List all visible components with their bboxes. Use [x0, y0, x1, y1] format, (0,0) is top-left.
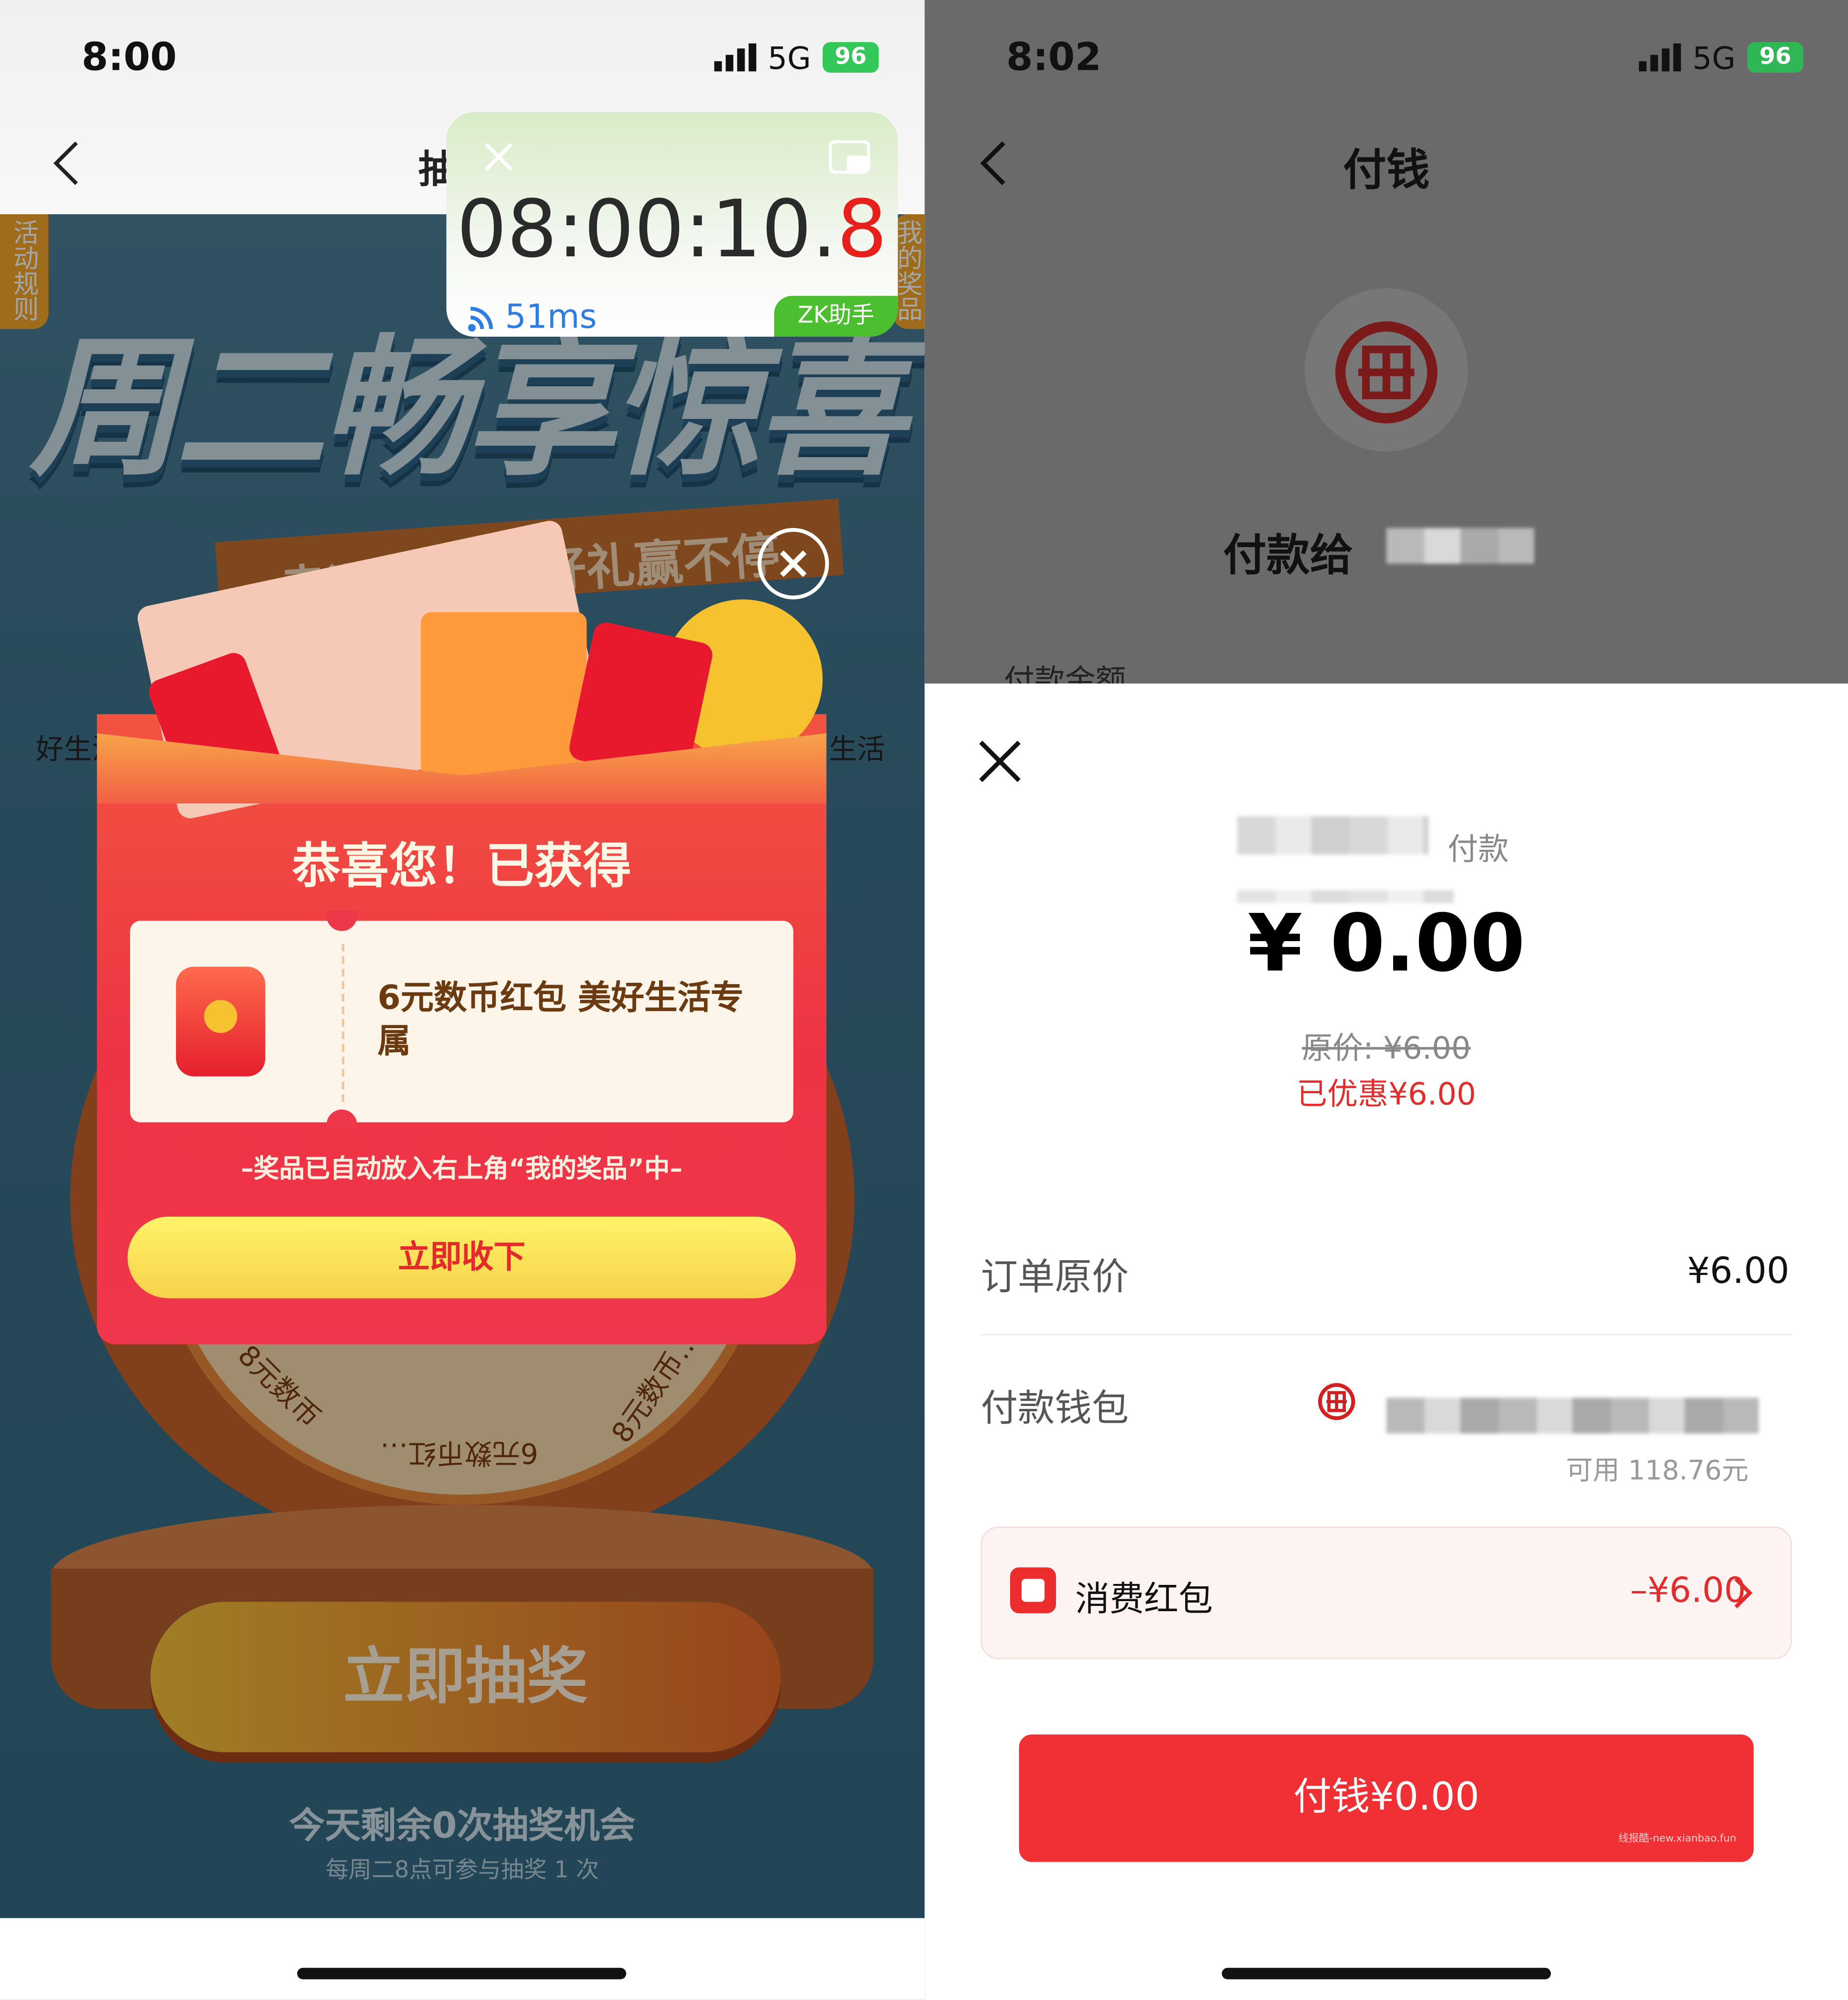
order-price-label: 订单原价	[980, 1255, 1129, 1298]
row-divider	[980, 1334, 1792, 1336]
pay-to-label: 付款给	[1223, 530, 1353, 582]
close-icon[interactable]	[976, 737, 1027, 793]
coupon-value: –¥6.00	[1630, 1571, 1746, 1611]
coupon-label: 消费红包	[1075, 1580, 1213, 1620]
network-label: 5G	[1692, 41, 1736, 77]
pay-amount: ¥ 0.00	[1247, 896, 1525, 990]
coin-icon	[204, 1000, 238, 1033]
battery-indicator: 96	[1747, 42, 1804, 73]
watermark: 线报酷-new.xianbao.fun	[1618, 1833, 1737, 1845]
order-price-value: ¥6.00	[1687, 1250, 1790, 1292]
original-price: 原价: ¥6.00	[1302, 1030, 1471, 1066]
payee-name-redacted	[1386, 528, 1535, 564]
wallet-label: 付款钱包	[980, 1386, 1129, 1430]
status-time: 8:02	[1006, 35, 1102, 81]
wallet-account-redacted[interactable]	[1386, 1397, 1759, 1434]
payee-redacted	[1237, 816, 1429, 855]
home-area	[0, 1918, 925, 2000]
gift-box-icon	[421, 612, 587, 778]
card-divider	[341, 944, 345, 1102]
timer-main: 08:00:10.	[456, 182, 837, 276]
bank-logo-icon	[1318, 1383, 1356, 1426]
amount-label: 付款金额	[1003, 663, 1126, 684]
payment-screen: 8:02 5G 96 付钱 付款给 付款金额 付款 ¥ 0.00 原价: ¥6.…	[924, 0, 1848, 2000]
pip-icon[interactable]	[828, 140, 872, 181]
discount-label: 已优惠¥6.00	[1297, 1076, 1476, 1112]
signal-icon	[1639, 43, 1683, 77]
chevron-right-icon[interactable]	[1731, 1576, 1754, 1615]
lottery-screen: 8:00 5G 96 抽 活动规则 我的奖品 周二畅享惊喜 幸运大转盘 好礼赢不…	[0, 0, 925, 2000]
close-icon[interactable]	[758, 528, 829, 600]
brand-badge: ZK助手	[774, 296, 898, 337]
modal-heading: 恭喜您！已获得	[292, 838, 632, 894]
page-title: 付钱	[1343, 145, 1430, 197]
latency-label: 51ms	[505, 298, 597, 337]
timer-tenths: 8	[836, 182, 888, 276]
wifi-icon	[467, 302, 497, 338]
bank-logo-icon	[1333, 319, 1440, 431]
battery-indicator: 96	[823, 42, 879, 73]
close-icon[interactable]	[482, 140, 515, 178]
home-indicator[interactable]	[297, 1967, 627, 1979]
back-arrow-icon[interactable]	[48, 138, 87, 194]
network-label: 5G	[768, 41, 811, 77]
home-indicator[interactable]	[1221, 1967, 1551, 1979]
payee-suffix: 付款	[1447, 831, 1509, 868]
signal-icon	[714, 43, 758, 77]
red-envelope-icon	[1010, 1567, 1056, 1614]
prize-note: –奖品已自动放入右上角“我的奖品”中–	[241, 1153, 683, 1184]
timer-readout: 08:00:10.8	[457, 181, 887, 278]
prize-name: 6元数币红包 美好生活专属	[377, 979, 744, 1061]
status-time: 8:00	[81, 35, 177, 81]
wallet-available: 可用 118.76元	[1566, 1455, 1749, 1486]
accept-prize-button[interactable]: 立即收下	[127, 1217, 796, 1298]
